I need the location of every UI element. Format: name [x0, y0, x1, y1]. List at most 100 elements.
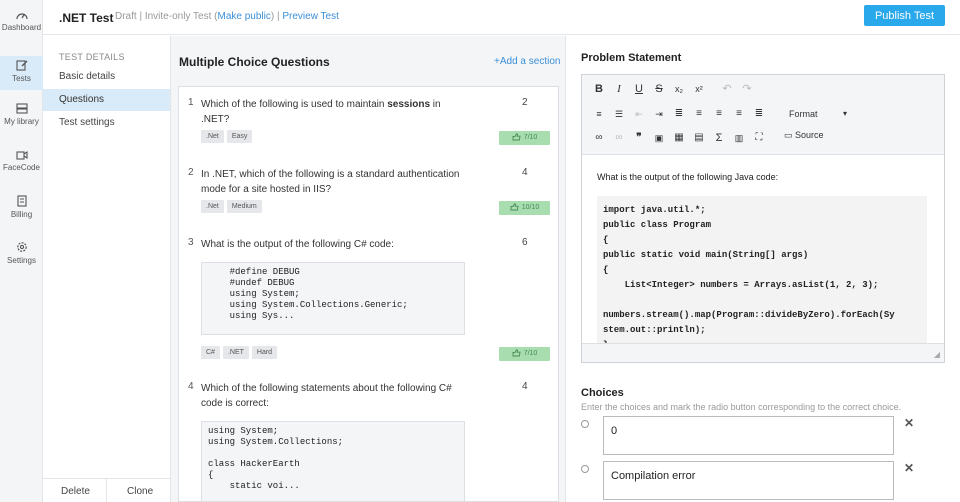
publish-test-button[interactable]: Publish Test	[864, 5, 945, 26]
remove-choice-icon[interactable]: ✕	[904, 461, 914, 475]
choices-help-text: Enter the choices and mark the radio but…	[581, 402, 902, 412]
nav-item-basic-details[interactable]: Basic details	[43, 66, 170, 88]
underline-icon[interactable]: U	[632, 82, 646, 96]
problem-code-block: import java.util.*; public class Program…	[597, 196, 927, 343]
undo-icon[interactable]: ↶	[720, 82, 734, 96]
italic-icon[interactable]: I	[612, 82, 626, 96]
rail-item-settings[interactable]: Settings	[0, 241, 43, 281]
question-text: In .NET, which of the following is a sta…	[201, 169, 460, 195]
nav-item-questions[interactable]: Questions	[43, 89, 170, 111]
question-text: Which of the following statements about …	[201, 383, 452, 409]
thumbs-icon	[510, 203, 519, 211]
editor-content[interactable]: What is the output of the following Java…	[582, 154, 944, 343]
code-snippet: using System; using System.Collections; …	[201, 421, 465, 501]
format-dropdown[interactable]: Format ▾	[786, 106, 853, 122]
horizontal-rule-icon[interactable]: ▤	[692, 131, 706, 145]
question-text: What is the output of the following C# c…	[201, 239, 394, 250]
preview-test-link[interactable]: Preview Test	[282, 11, 339, 22]
outdent-icon[interactable]: ⇤	[632, 107, 646, 121]
unlink-icon[interactable]: ∞	[612, 131, 626, 145]
maximize-icon[interactable]: ⛶	[752, 131, 766, 145]
align-center-icon[interactable]: ≡	[712, 107, 726, 121]
tag: Hard	[251, 346, 278, 359]
choice-radio[interactable]	[581, 420, 589, 428]
question-score: 6	[522, 237, 528, 248]
numbered-list-icon[interactable]: ≡	[592, 107, 606, 121]
problem-editor-panel: Problem Statement B I U S x₂ x² ↶ ↷ ≡ ☰ …	[566, 36, 960, 502]
choice-input[interactable]: Compilation error	[603, 461, 894, 500]
rail-label: Dashboard	[1, 23, 42, 32]
justify-icon[interactable]: ≣	[752, 107, 766, 121]
question-score: 4	[522, 381, 528, 392]
question-number: 3	[188, 237, 194, 248]
accuracy-badge: 7/10	[499, 131, 550, 145]
source-button[interactable]: ▭ Source	[784, 130, 824, 141]
choice-radio[interactable]	[581, 465, 589, 473]
quote-icon[interactable]: ❞	[632, 131, 646, 145]
rail-item-tests[interactable]: Tests	[0, 56, 43, 90]
redo-icon[interactable]: ↷	[740, 82, 754, 96]
rail-label: Settings	[7, 256, 36, 265]
rich-text-editor: B I U S x₂ x² ↶ ↷ ≡ ☰ ⇤ ⇥ ≣ ≡ ≡ ≡ ≣ Form…	[581, 74, 945, 363]
table-icon[interactable]: ▦	[672, 131, 686, 145]
remove-choice-icon[interactable]: ✕	[904, 416, 914, 430]
bullet-list-icon[interactable]: ☰	[612, 107, 626, 121]
choice-input[interactable]: 0	[603, 416, 894, 455]
problem-statement-title: Problem Statement	[581, 52, 682, 64]
align-right-icon[interactable]: ≡	[732, 107, 746, 121]
editor-toolbar: B I U S x₂ x² ↶ ↷ ≡ ☰ ⇤ ⇥ ≣ ≡ ≡ ≡ ≣ Form…	[582, 75, 944, 154]
superscript-icon[interactable]: x²	[692, 82, 706, 96]
thumbs-icon	[512, 133, 521, 141]
question-number: 4	[188, 381, 194, 392]
tag: C#	[201, 346, 220, 359]
question-score: 4	[522, 167, 528, 178]
tag: .NET	[222, 346, 249, 359]
code-block-icon[interactable]: ▥	[732, 131, 746, 145]
code-snippet: #define DEBUG #undef DEBUG using System;…	[201, 262, 465, 335]
strikethrough-icon[interactable]: S	[652, 82, 666, 96]
question-score: 2	[522, 97, 528, 108]
tag: Easy	[226, 130, 253, 143]
choices-title: Choices	[581, 387, 624, 399]
sigma-icon[interactable]: Σ	[712, 131, 726, 145]
left-rail: Dashboard Tests My library FaceCode Bill…	[0, 0, 43, 502]
tag-list: C# .NET Hard	[201, 345, 280, 359]
question-number: 1	[188, 97, 194, 108]
clone-button[interactable]: Clone	[127, 486, 153, 497]
delete-button[interactable]: Delete	[61, 486, 90, 497]
accuracy-badge: 7/10	[499, 347, 550, 361]
rail-label: Billing	[10, 210, 33, 219]
rail-item-dashboard[interactable]: Dashboard	[0, 10, 43, 50]
thumbs-icon	[512, 349, 521, 357]
rail-label: Tests	[12, 74, 31, 83]
bold-icon[interactable]: B	[592, 82, 606, 96]
subscript-icon[interactable]: x₂	[672, 82, 686, 96]
question-list: 1 Which of the following is used to main…	[178, 86, 559, 502]
question-text: Which of the following is used to mainta…	[201, 99, 441, 125]
add-section-link[interactable]: +Add a section	[494, 56, 560, 67]
indent-icon[interactable]: ⇥	[652, 107, 666, 121]
question-number: 2	[188, 167, 194, 178]
rail-item-billing[interactable]: Billing	[0, 195, 43, 235]
gear-icon	[16, 242, 27, 252]
rail-item-my-library[interactable]: My library	[0, 103, 43, 143]
tag: .Net	[201, 130, 224, 143]
nav-item-test-settings[interactable]: Test settings	[43, 112, 170, 134]
nav-section-title: TEST DETAILS	[59, 52, 125, 62]
block-icon[interactable]: ≣	[672, 107, 686, 121]
caret-down-icon: ▾	[842, 109, 847, 118]
image-icon[interactable]: ▣	[652, 131, 666, 145]
link-icon[interactable]: ∞	[592, 131, 606, 145]
visibility-text: Invite-only Test	[144, 11, 212, 22]
source-icon: ▭	[784, 130, 796, 140]
resize-grip-icon[interactable]: ◢	[934, 350, 940, 359]
top-header: .NET Test Draft | Invite-only Test (Make…	[43, 0, 960, 35]
status-text: Draft	[115, 11, 137, 22]
make-public-link[interactable]: Make public	[217, 11, 270, 22]
tag-list: .Net Medium	[201, 199, 265, 213]
video-icon	[15, 150, 28, 160]
rail-label: My library	[4, 117, 39, 126]
editor-resize-bar: ◢	[582, 343, 944, 362]
align-left-icon[interactable]: ≡	[692, 107, 706, 121]
rail-item-facecode[interactable]: FaceCode	[0, 149, 43, 189]
